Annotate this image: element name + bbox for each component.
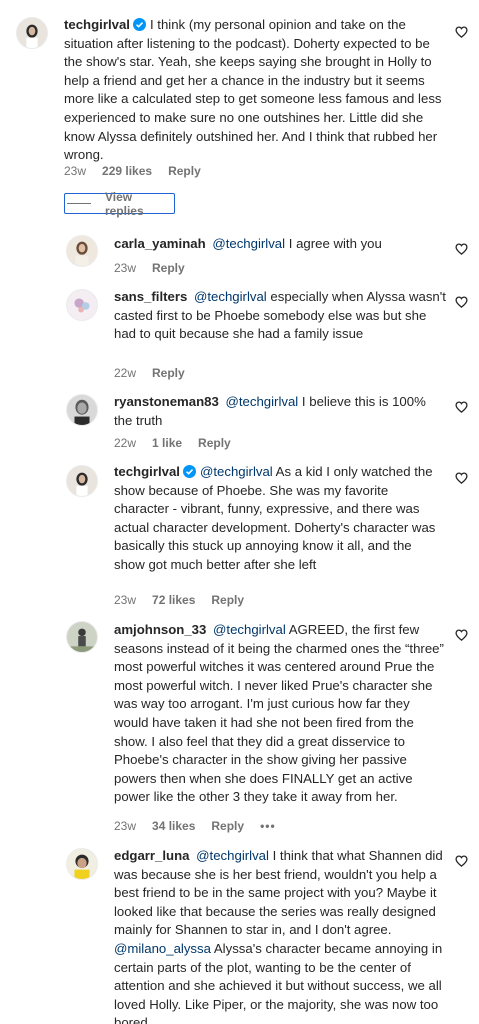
heart-icon[interactable] xyxy=(455,26,468,38)
username[interactable]: carla_yaminah xyxy=(114,236,206,251)
comment-text: As a kid I only watched the show because… xyxy=(114,464,436,572)
avatar[interactable] xyxy=(66,621,98,653)
avatar[interactable] xyxy=(66,848,98,880)
reply-button[interactable]: Reply xyxy=(211,593,244,607)
heart-icon[interactable] xyxy=(455,629,468,641)
timestamp[interactable]: 23w xyxy=(64,164,86,178)
avatar[interactable] xyxy=(66,235,98,267)
timestamp[interactable]: 23w xyxy=(114,593,136,607)
comment-meta: 23w 34 likes Reply ••• xyxy=(114,819,276,833)
reply-button[interactable]: Reply xyxy=(168,164,201,178)
heart-icon[interactable] xyxy=(455,472,468,484)
verified-badge-icon xyxy=(182,465,196,478)
heart-icon[interactable] xyxy=(455,296,468,308)
comment-meta: 22w 1 like Reply xyxy=(114,436,231,450)
heart-icon[interactable] xyxy=(455,855,468,867)
mention-link[interactable]: @techgirlval xyxy=(200,464,273,479)
username[interactable]: amjohnson_33 xyxy=(114,622,206,637)
timestamp[interactable]: 22w xyxy=(114,436,136,450)
avatar[interactable] xyxy=(66,289,98,321)
reply-button[interactable]: Reply xyxy=(152,261,185,275)
reply-button[interactable]: Reply xyxy=(211,819,244,833)
heart-icon[interactable] xyxy=(455,243,468,255)
view-replies-button[interactable]: View replies xyxy=(64,190,175,218)
timestamp[interactable]: 23w xyxy=(114,819,136,833)
verified-badge-icon xyxy=(132,18,146,31)
username[interactable]: ryanstoneman83 xyxy=(114,394,219,409)
username[interactable]: edgarr_luna xyxy=(114,848,190,863)
comment-meta: 23w Reply xyxy=(114,261,185,275)
timestamp[interactable]: 22w xyxy=(114,366,136,380)
comment-text: I think (my personal opinion and take on… xyxy=(64,17,442,163)
comment-text: I agree with you xyxy=(288,236,382,251)
heart-icon[interactable] xyxy=(455,401,468,413)
mention-link[interactable]: @techgirlval xyxy=(194,289,267,304)
comment-meta: 22w Reply xyxy=(114,366,185,380)
avatar[interactable] xyxy=(66,465,98,497)
comment-text: AGREED, the first few seasons instead of… xyxy=(114,622,444,805)
mention-link[interactable]: @techgirlval xyxy=(212,236,285,251)
likes-count[interactable]: 229 likes xyxy=(102,164,152,178)
more-options-icon[interactable]: ••• xyxy=(260,819,276,833)
likes-count[interactable]: 72 likes xyxy=(152,593,195,607)
mention-link[interactable]: @milano_alyssa xyxy=(114,941,211,956)
reply-button[interactable]: Reply xyxy=(198,436,231,450)
likes-count[interactable]: 34 likes xyxy=(152,819,195,833)
mention-link[interactable]: @techgirlval xyxy=(225,394,298,409)
timestamp[interactable]: 23w xyxy=(114,261,136,275)
username[interactable]: sans_filters xyxy=(114,289,187,304)
avatar[interactable] xyxy=(16,17,48,49)
username[interactable]: techgirlval xyxy=(114,464,180,479)
comment-meta: 23w 229 likes Reply xyxy=(64,164,201,178)
mention-link[interactable]: @techgirlval xyxy=(213,622,286,637)
avatar[interactable] xyxy=(66,394,98,426)
likes-count[interactable]: 1 like xyxy=(152,436,182,450)
comment-meta: 23w 72 likes Reply xyxy=(114,593,244,607)
reply-button[interactable]: Reply xyxy=(152,366,185,380)
divider-line xyxy=(67,203,91,204)
mention-link[interactable]: @techgirlval xyxy=(196,848,269,863)
username[interactable]: techgirlval xyxy=(64,17,130,32)
